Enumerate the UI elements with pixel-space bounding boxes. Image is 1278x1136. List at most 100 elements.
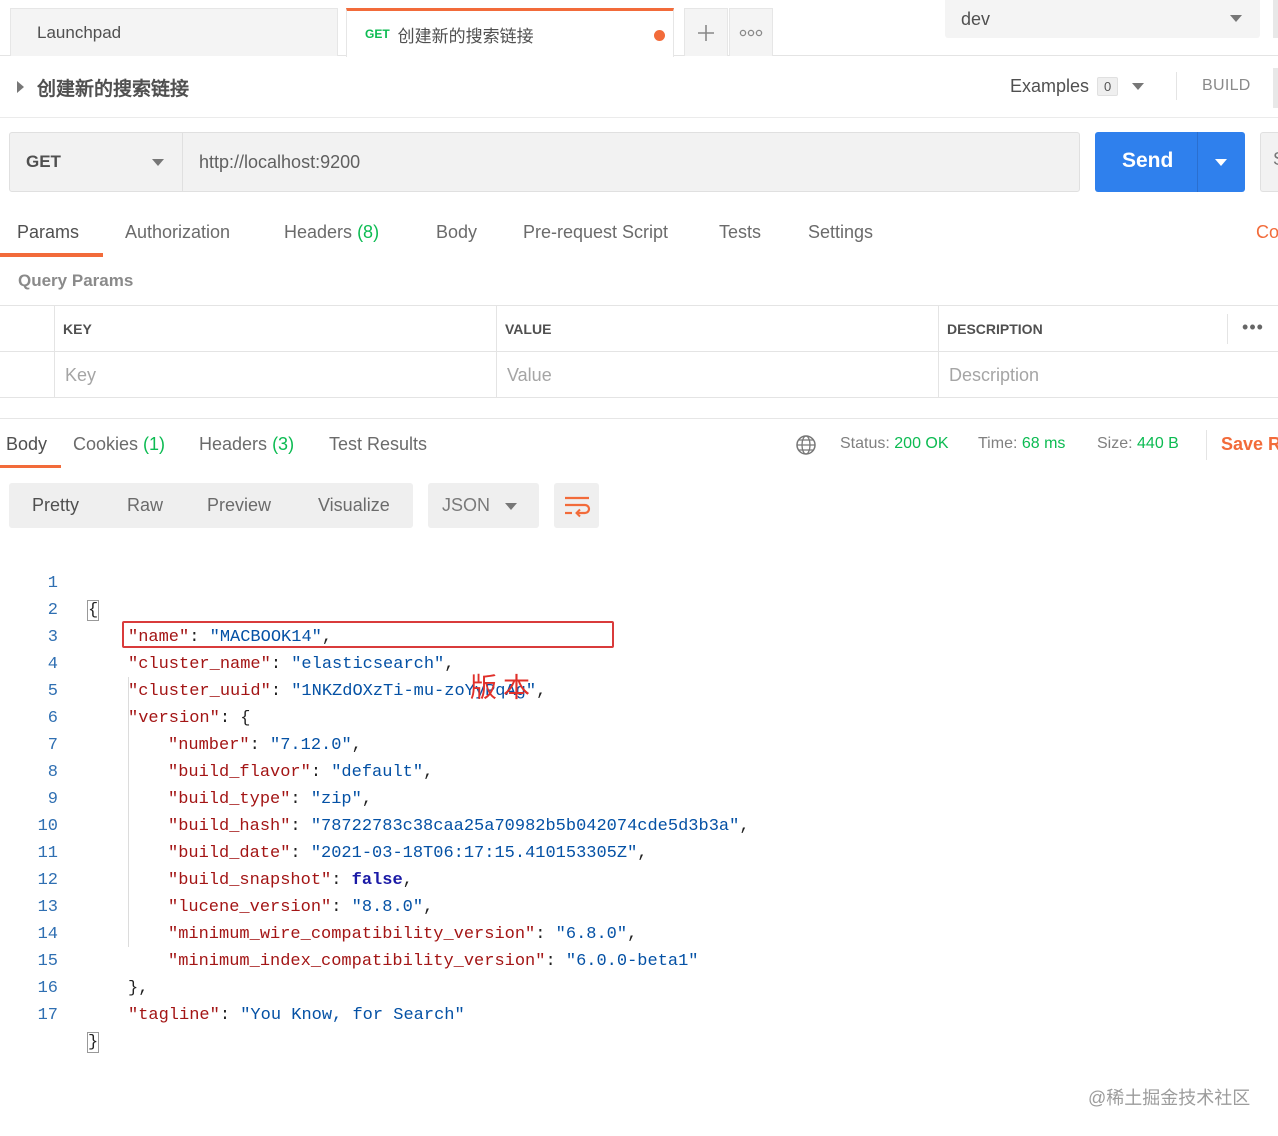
format-selected-value: JSON <box>442 495 491 515</box>
response-tab-headers[interactable]: Headers (3) <box>199 434 294 455</box>
watermark: @稀土掘金技术社区 <box>1088 1088 1251 1108</box>
tab-launchpad-label: Launchpad <box>37 22 122 42</box>
time-label: Time: <box>978 435 1018 452</box>
code-line: 2 "name": "MACBOOK14", <box>0 570 1278 647</box>
request-name[interactable]: 创建新的搜索链接 <box>37 74 189 101</box>
examples-count-badge: 0 <box>1097 77 1119 96</box>
code-line: 17 } <box>0 975 1278 1053</box>
code-line: 6 "number": "7.12.0", <box>0 678 1278 755</box>
pane-splitter[interactable] <box>0 418 1278 419</box>
json-value: "You Know, for Search" <box>240 1006 465 1025</box>
tab-options-button[interactable] <box>729 8 773 56</box>
query-params-table: KEY VALUE DESCRIPTION ••• <box>0 305 1278 398</box>
annotation-label: 版本 <box>470 673 536 704</box>
column-header-value: VALUE <box>496 306 938 352</box>
environment-select[interactable]: dev <box>945 0 1260 38</box>
http-method-select[interactable]: GET <box>9 132 183 192</box>
table-options-button[interactable]: ••• <box>1227 314 1278 344</box>
response-time: Time: 68 ms <box>978 435 1065 453</box>
table-row <box>0 352 1278 398</box>
code-line: 15 }, <box>0 921 1278 998</box>
tab-request-active[interactable]: GET 创建新的搜索链接 <box>346 8 674 57</box>
table-header-row: KEY VALUE DESCRIPTION ••• <box>0 306 1278 352</box>
tab-authorization[interactable]: Authorization <box>125 222 230 243</box>
code-line: 13 "minimum_wire_compatibility_version":… <box>0 867 1278 944</box>
description-cell <box>938 352 1278 398</box>
more-horizontal-icon <box>739 29 763 36</box>
response-tab-cookies[interactable]: Cookies (1) <box>73 434 165 455</box>
view-raw[interactable]: Raw <box>127 495 163 516</box>
tab-body[interactable]: Body <box>436 222 477 243</box>
code-line: 14 "minimum_index_compatibility_version"… <box>0 894 1278 971</box>
response-tabs: Body Cookies (1) Headers (3) Test Result… <box>0 422 1278 468</box>
view-pretty[interactable]: Pretty <box>32 495 79 516</box>
examples-dropdown[interactable]: Examples 0 <box>1010 76 1145 97</box>
build-mode-toggle[interactable]: BUILD <box>1202 77 1251 95</box>
tab-settings[interactable]: Settings <box>808 222 873 243</box>
time-value: 68 ms <box>1021 435 1066 452</box>
response-tab-test-results[interactable]: Test Results <box>329 434 427 455</box>
save-response-button[interactable]: Save R <box>1221 434 1278 455</box>
json-key: "tagline" <box>128 1006 220 1025</box>
close-brace: } <box>86 1032 100 1053</box>
param-key-input[interactable] <box>65 364 496 386</box>
param-description-input[interactable] <box>949 364 1278 386</box>
send-divider <box>1197 132 1198 192</box>
response-view-group: Pretty Raw Preview Visualize <box>9 483 413 528</box>
tab-request-title: 创建新的搜索链接 <box>397 26 534 46</box>
response-status: Status: 200 OK <box>840 435 949 453</box>
tab-pre-request-script[interactable]: Pre-request Script <box>523 222 668 243</box>
status-value: 200 OK <box>894 435 949 452</box>
unsaved-dot-icon <box>654 30 665 41</box>
code-line: 12 "lucene_version": "8.8.0", <box>0 840 1278 917</box>
tab-method-badge: GET <box>365 27 390 41</box>
line-number: 17 <box>37 1006 58 1025</box>
tab-launchpad[interactable]: Launchpad <box>10 8 338 56</box>
response-tab-cookies-label: Cookies <box>73 434 139 454</box>
code-line: 5 "version": { <box>0 651 1278 728</box>
request-title-row: 创建新的搜索链接 Examples 0 BUILD <box>0 56 1278 118</box>
code-line: 10 "build_date": "2021-03-18T06:17:15.41… <box>0 786 1278 863</box>
tab-headers[interactable]: Headers (8) <box>284 222 379 243</box>
view-preview[interactable]: Preview <box>207 495 271 516</box>
right-edge-panel <box>1273 68 1278 108</box>
environment-selected-value: dev <box>961 8 991 29</box>
tab-params[interactable]: Params <box>17 222 79 243</box>
response-tab-cookies-count: (1) <box>143 434 166 454</box>
globe-icon[interactable] <box>795 434 817 456</box>
cookies-link[interactable]: Co <box>1256 222 1278 243</box>
chevron-down-icon[interactable] <box>1215 159 1227 166</box>
right-edge-panel <box>1273 0 1278 38</box>
size-value: 440 B <box>1137 435 1179 452</box>
caret-right-icon[interactable] <box>17 81 24 93</box>
new-tab-button[interactable] <box>684 8 728 56</box>
format-select[interactable]: JSON <box>428 483 539 528</box>
send-button[interactable]: Send <box>1095 132 1245 192</box>
param-value-input[interactable] <box>507 364 938 386</box>
tab-bar: Launchpad GET 创建新的搜索链接 dev <box>0 0 1278 57</box>
tab-headers-label: Headers <box>284 222 353 242</box>
code-line: 1 { <box>0 543 1278 621</box>
http-method-value: GET <box>26 152 61 171</box>
examples-label: Examples <box>1010 76 1090 96</box>
url-input[interactable] <box>182 132 1080 192</box>
wrap-lines-button[interactable] <box>554 483 599 528</box>
code-line: 7 "build_flavor": "default", <box>0 705 1278 782</box>
response-body-viewer[interactable]: 1 { 2 "name": "MACBOOK14", 3 "cluster_na… <box>0 542 1278 1053</box>
divider <box>1206 430 1207 460</box>
code-line: 9 "build_hash": "78722783c38caa25a70982b… <box>0 759 1278 836</box>
code-line: 3 "cluster_name": "elasticsearch", <box>0 597 1278 674</box>
tab-tests[interactable]: Tests <box>719 222 761 243</box>
divider <box>1176 72 1177 100</box>
chevron-down-icon <box>152 159 164 166</box>
save-label: S <box>1273 149 1278 169</box>
query-params-heading: Query Params <box>18 271 134 290</box>
response-tab-body[interactable]: Body <box>6 434 47 455</box>
save-button[interactable]: S <box>1260 132 1278 192</box>
send-label: Send <box>1122 149 1174 172</box>
status-label: Status: <box>840 435 890 452</box>
chevron-down-icon <box>1132 83 1145 90</box>
chevron-down-icon <box>505 503 517 510</box>
view-visualize[interactable]: Visualize <box>318 495 390 516</box>
wrap-text-icon <box>564 496 590 517</box>
